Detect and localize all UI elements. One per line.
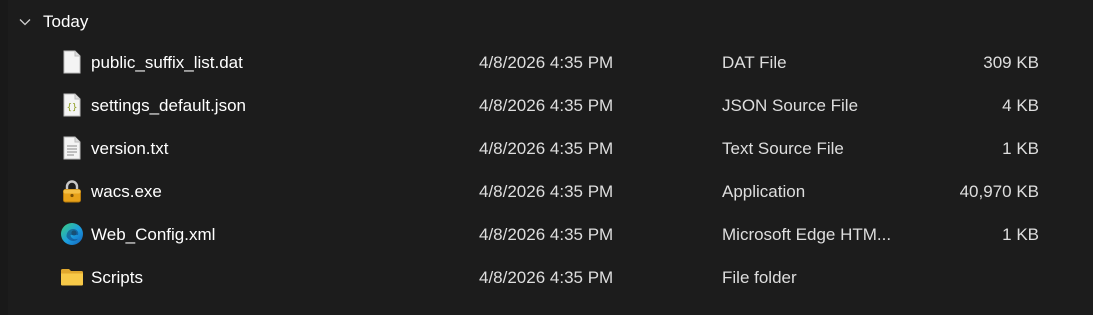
file-type: DAT File <box>722 53 787 72</box>
file-type: Application <box>722 182 806 201</box>
json-file-icon: {} <box>60 93 84 117</box>
file-size: 1 KB <box>1002 139 1039 158</box>
file-list: public_suffix_list.dat 4/8/2026 4:35 PM … <box>0 41 1093 299</box>
file-size: 309 KB <box>983 53 1039 72</box>
edge-browser-icon <box>60 222 84 246</box>
file-type: Microsoft Edge HTM... <box>722 225 892 244</box>
file-name: settings_default.json <box>91 96 246 115</box>
file-modified: 4/8/2026 4:35 PM <box>479 96 614 115</box>
file-modified: 4/8/2026 4:35 PM <box>479 225 614 244</box>
file-explorer-list-pane: Today public_suffix_list.dat 4/8/2026 4:… <box>0 0 1093 315</box>
file-row[interactable]: version.txt 4/8/2026 4:35 PM Text Source… <box>0 127 1093 170</box>
text-file-icon <box>60 136 84 160</box>
file-modified: 4/8/2026 4:35 PM <box>479 182 614 201</box>
file-size: 4 KB <box>1002 96 1039 115</box>
file-size: 40,970 KB <box>959 182 1039 201</box>
file-row[interactable]: wacs.exe 4/8/2026 4:35 PM Application 40… <box>0 170 1093 213</box>
group-label: Today <box>43 12 89 31</box>
file-row[interactable]: Scripts 4/8/2026 4:35 PM File folder <box>0 256 1093 299</box>
file-name: version.txt <box>91 139 169 158</box>
file-name: Scripts <box>91 268 143 287</box>
file-modified: 4/8/2026 4:35 PM <box>479 53 614 72</box>
file-size: 1 KB <box>1002 225 1039 244</box>
file-modified: 4/8/2026 4:35 PM <box>479 268 614 287</box>
file-modified: 4/8/2026 4:35 PM <box>479 139 614 158</box>
folder-icon <box>60 265 84 289</box>
file-size <box>900 256 1039 299</box>
group-header-today[interactable]: Today <box>14 6 88 38</box>
file-type: JSON Source File <box>722 96 859 115</box>
svg-text:{}: {} <box>67 103 78 113</box>
file-name: wacs.exe <box>91 182 162 201</box>
file-type: File folder <box>722 268 797 287</box>
padlock-app-icon <box>60 179 84 203</box>
file-name: Web_Config.xml <box>91 225 216 244</box>
file-row[interactable]: public_suffix_list.dat 4/8/2026 4:35 PM … <box>0 41 1093 84</box>
file-row[interactable]: {} settings_default.json 4/8/2026 4:35 P… <box>0 84 1093 127</box>
file-row[interactable]: Web_Config.xml 4/8/2026 4:35 PM Microsof… <box>0 213 1093 256</box>
file-name: public_suffix_list.dat <box>91 53 243 72</box>
file-type: Text Source File <box>722 139 844 158</box>
blank-document-icon <box>60 50 84 74</box>
chevron-down-icon[interactable] <box>14 6 36 38</box>
